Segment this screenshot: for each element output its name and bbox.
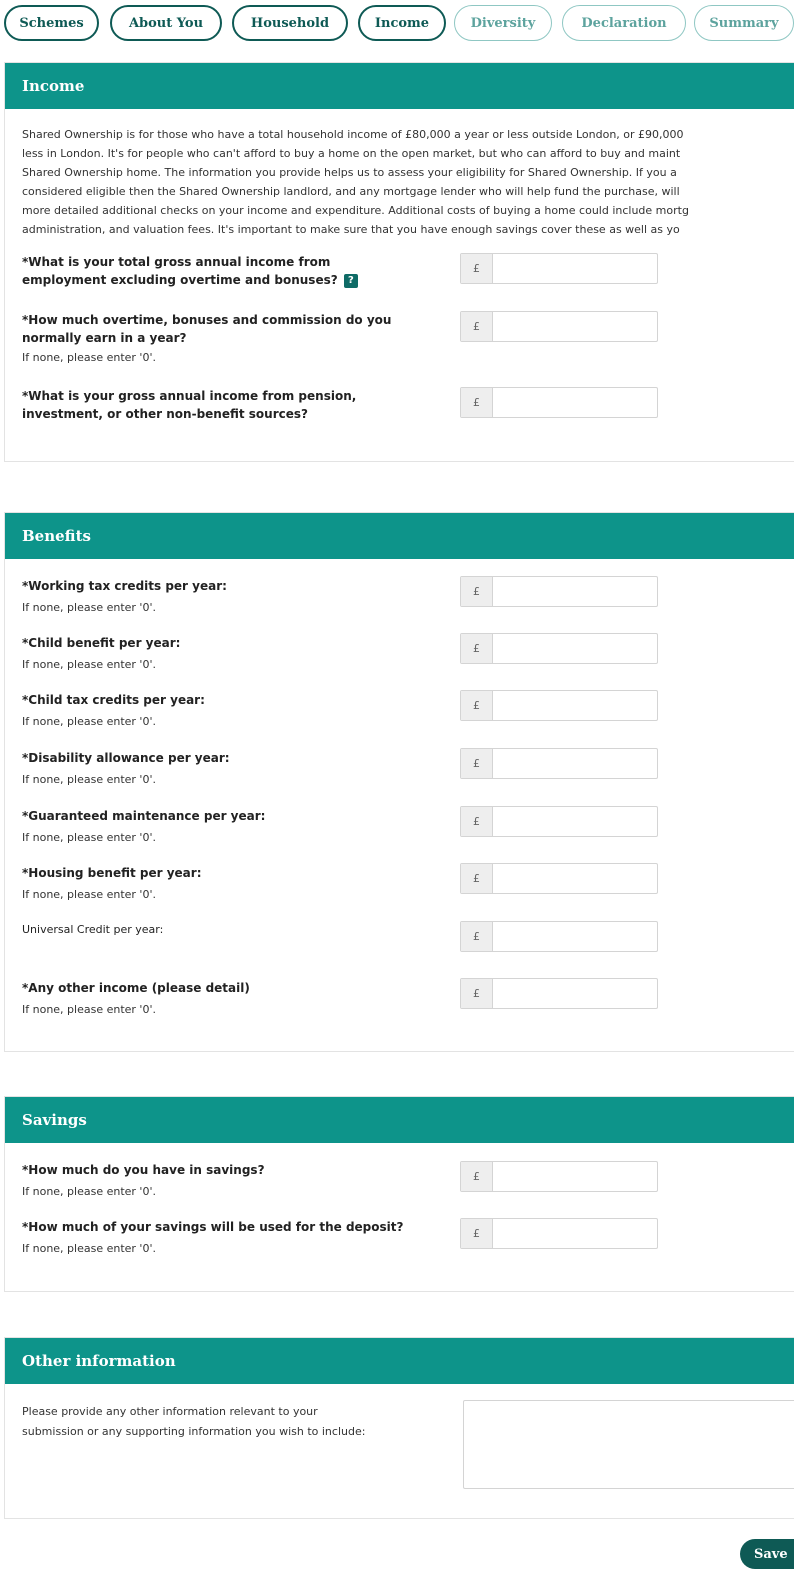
- disability-allowance-input[interactable]: [493, 749, 657, 778]
- other-income-field: £: [460, 978, 658, 1009]
- universal-credit-input[interactable]: [493, 922, 657, 951]
- child-benefit-field: £: [460, 633, 658, 664]
- tab-diversity[interactable]: Diversity: [454, 5, 552, 41]
- savings-amount-question: *How much do you have in savings? If non…: [22, 1163, 265, 1198]
- working-tax-credits-question: *Working tax credits per year: If none, …: [22, 579, 227, 614]
- child-tax-credits-question: *Child tax credits per year: If none, pl…: [22, 693, 205, 728]
- overtime-question: *How much overtime, bonuses and commissi…: [22, 313, 392, 364]
- other-information-textarea[interactable]: [463, 1400, 794, 1489]
- employment-income-question: *What is your total gross annual income …: [22, 253, 358, 289]
- pound-prefix: £: [461, 634, 493, 663]
- disability-allowance-question: *Disability allowance per year: If none,…: [22, 751, 230, 786]
- pound-prefix: £: [461, 864, 493, 893]
- guaranteed-maintenance-field: £: [460, 806, 658, 837]
- housing-benefit-question: *Housing benefit per year: If none, plea…: [22, 866, 202, 901]
- progress-tabs: Schemes About You Household Income Diver…: [4, 5, 794, 41]
- income-intro: Shared Ownership is for those who have a…: [22, 128, 689, 236]
- employment-income-input[interactable]: [493, 254, 657, 283]
- pound-prefix: £: [461, 979, 493, 1008]
- pound-prefix: £: [461, 1219, 493, 1248]
- tab-household[interactable]: Household: [232, 5, 348, 41]
- disability-allowance-field: £: [460, 748, 658, 779]
- other-income-question: *Any other income (please detail) If non…: [22, 981, 250, 1016]
- income-panel: Income Shared Ownership is for those who…: [4, 62, 794, 462]
- pension-income-input[interactable]: [493, 388, 657, 417]
- help-icon[interactable]: ?: [343, 273, 358, 288]
- pound-prefix: £: [461, 388, 493, 417]
- savings-panel: Savings *How much do you have in savings…: [4, 1096, 794, 1292]
- tab-schemes[interactable]: Schemes: [4, 5, 99, 41]
- tab-income[interactable]: Income: [358, 5, 446, 41]
- benefits-panel: Benefits *Working tax credits per year: …: [4, 512, 794, 1052]
- benefits-header: Benefits: [5, 513, 794, 559]
- overtime-field: £: [460, 311, 658, 342]
- deposit-savings-question: *How much of your savings will be used f…: [22, 1220, 404, 1255]
- guaranteed-maintenance-input[interactable]: [493, 807, 657, 836]
- pound-prefix: £: [461, 254, 493, 283]
- deposit-savings-input[interactable]: [493, 1219, 657, 1248]
- pound-prefix: £: [461, 691, 493, 720]
- child-benefit-question: *Child benefit per year: If none, please…: [22, 636, 181, 671]
- savings-amount-field: £: [460, 1161, 658, 1192]
- save-button[interactable]: Save: [740, 1539, 794, 1569]
- working-tax-credits-field: £: [460, 576, 658, 607]
- employment-income-field: £: [460, 253, 658, 284]
- savings-amount-input[interactable]: [493, 1162, 657, 1191]
- tab-about-you[interactable]: About You: [110, 5, 222, 41]
- tab-declaration[interactable]: Declaration: [562, 5, 686, 41]
- other-information-header: Other information: [5, 1338, 794, 1384]
- overtime-input[interactable]: [493, 312, 657, 341]
- pound-prefix: £: [461, 749, 493, 778]
- savings-header: Savings: [5, 1097, 794, 1143]
- pension-income-field: £: [460, 387, 658, 418]
- child-tax-credits-input[interactable]: [493, 691, 657, 720]
- housing-benefit-input[interactable]: [493, 864, 657, 893]
- universal-credit-question: Universal Credit per year:: [22, 923, 164, 936]
- guaranteed-maintenance-question: *Guaranteed maintenance per year: If non…: [22, 809, 266, 844]
- pound-prefix: £: [461, 577, 493, 606]
- housing-benefit-field: £: [460, 863, 658, 894]
- other-information-prompt: Please provide any other information rel…: [22, 1405, 366, 1438]
- income-header: Income: [5, 63, 794, 109]
- other-information-panel: Other information Please provide any oth…: [4, 1337, 794, 1519]
- child-benefit-input[interactable]: [493, 634, 657, 663]
- pound-prefix: £: [461, 807, 493, 836]
- pension-income-question: *What is your gross annual income from p…: [22, 389, 357, 421]
- child-tax-credits-field: £: [460, 690, 658, 721]
- deposit-savings-field: £: [460, 1218, 658, 1249]
- pound-prefix: £: [461, 1162, 493, 1191]
- other-income-input[interactable]: [493, 979, 657, 1008]
- tab-summary[interactable]: Summary: [694, 5, 794, 41]
- pound-prefix: £: [461, 312, 493, 341]
- pound-prefix: £: [461, 922, 493, 951]
- universal-credit-field: £: [460, 921, 658, 952]
- working-tax-credits-input[interactable]: [493, 577, 657, 606]
